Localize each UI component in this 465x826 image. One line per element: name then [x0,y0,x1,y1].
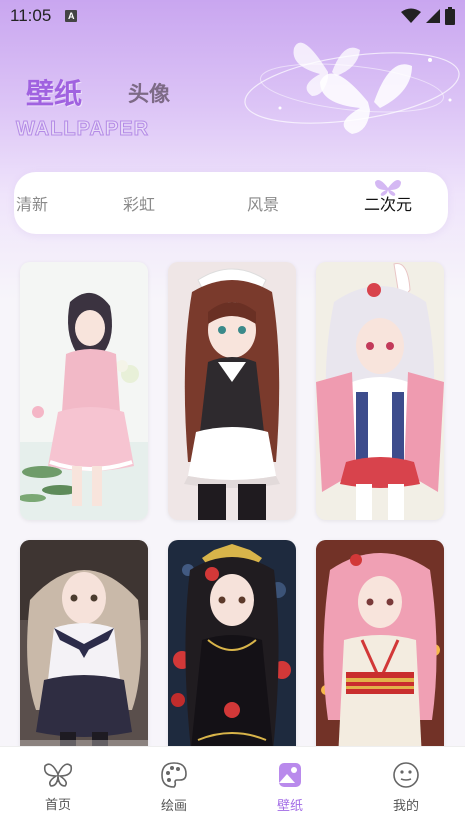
category-tab-fresh[interactable]: 清新 [14,172,64,234]
status-time: 11:05 [10,6,52,25]
nav-item-home[interactable]: 首页 [0,747,116,826]
wallpaper-card[interactable] [168,262,296,520]
nav-item-painting[interactable]: 绘画 [116,747,232,826]
palette-icon [161,761,187,788]
category-tab-label: 二次元 [363,195,412,214]
category-tab-label: 彩虹 [122,195,155,214]
butterfly-decoration [244,42,460,134]
nav-label: 壁纸 [276,798,303,814]
smiley-icon [393,761,419,788]
wallpaper-card[interactable] [316,262,444,520]
image-icon [279,762,301,787]
wallpaper-girl-pink-dress-icon [20,262,148,520]
signal-icon [426,9,440,23]
category-tab-scenery[interactable]: 风景 [228,172,298,234]
wifi-icon [401,8,421,23]
nav-label: 首页 [44,797,71,813]
category-tabs: 清新 彩虹 风景 二次元 [14,172,448,234]
battery-icon [445,7,455,25]
status-icons [401,7,455,25]
wallpaper-girl-bunny-ears-icon [316,262,444,520]
category-tab-anime[interactable]: 二次元 [350,172,426,234]
wallpaper-english-title: WALLPAPER [15,118,150,141]
bottom-nav: 首页 绘画 壁纸 我的 [0,746,465,826]
wallpaper-card[interactable] [20,262,148,520]
category-tab-label: 风景 [246,195,279,214]
notification-icon: A [65,10,78,22]
category-tab-label: 清新 [15,195,48,214]
wallpaper-girl-maid-icon [168,262,296,520]
tab-wallpaper-title[interactable]: 壁纸 [26,72,82,112]
tab-avatar-title[interactable]: 头像 [128,78,170,108]
nav-label: 绘画 [160,798,187,814]
butterfly-icon [43,762,73,787]
status-bar: 11:05 A [0,0,465,32]
nav-item-profile[interactable]: 我的 [348,747,464,826]
category-tab-rainbow[interactable]: 彩虹 [104,172,174,234]
nav-label: 我的 [392,798,419,814]
nav-item-wallpaper[interactable]: 壁纸 [232,747,348,826]
